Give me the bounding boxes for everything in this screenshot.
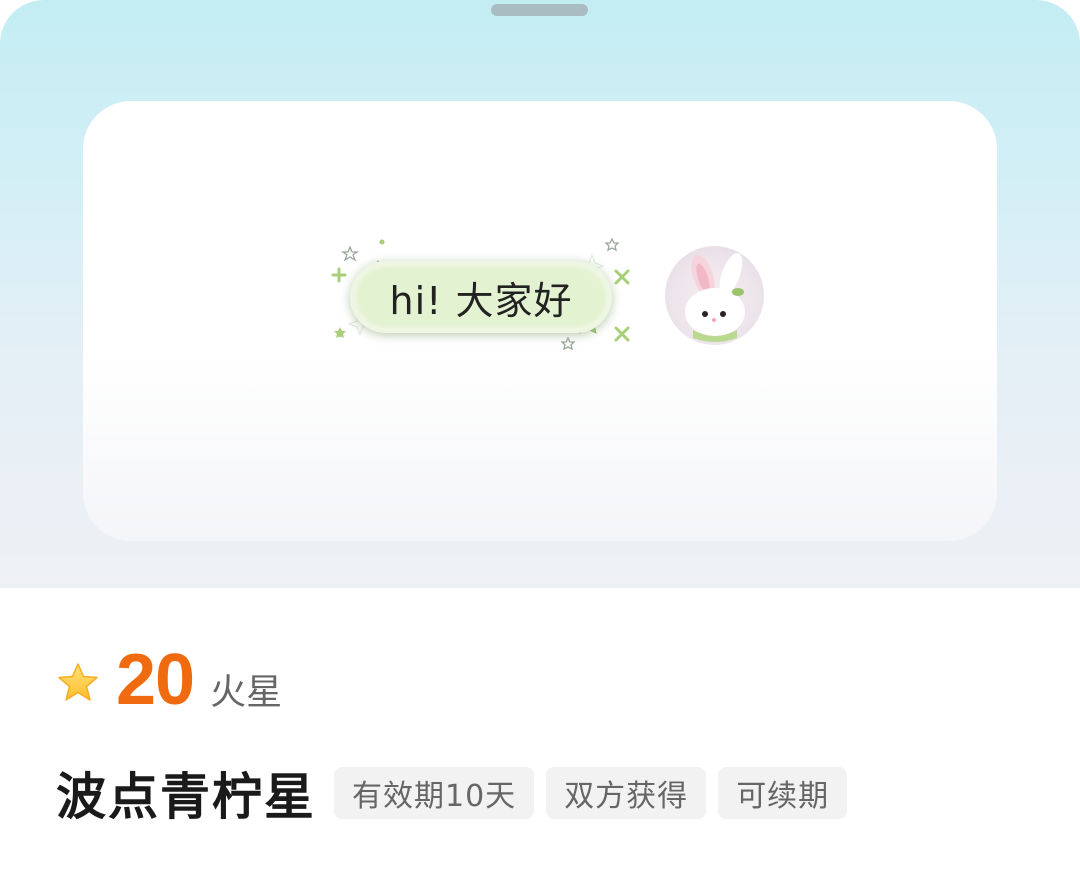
drag-handle[interactable] — [491, 4, 588, 16]
currency-unit: 火星 — [210, 672, 283, 713]
tag-both-receive: 双方获得 — [546, 767, 707, 819]
bubble-text: hi! 大家好 — [389, 278, 573, 323]
preview-area: hi! 大家好 — [0, 0, 1080, 588]
chat-bubble: hi! 大家好 — [350, 261, 612, 333]
item-name: 波点青柠星 — [56, 768, 316, 826]
chat-bubble-preview: hi! 大家好 — [330, 235, 635, 360]
price-value: 20 — [116, 640, 195, 720]
tag-validity: 有效期10天 — [334, 767, 535, 819]
price-row: 20 火星 — [56, 640, 282, 720]
bottom-sheet: hi! 大家好 20 火星 波点青柠星 有效期10天 双方获得 可续期 — [0, 0, 1080, 870]
name-row: 波点青柠星 有效期10天 双方获得 可续期 — [56, 762, 859, 826]
bunny-avatar-icon — [665, 246, 764, 345]
tag-renewable: 可续期 — [718, 767, 848, 819]
star-icon — [58, 663, 98, 701]
